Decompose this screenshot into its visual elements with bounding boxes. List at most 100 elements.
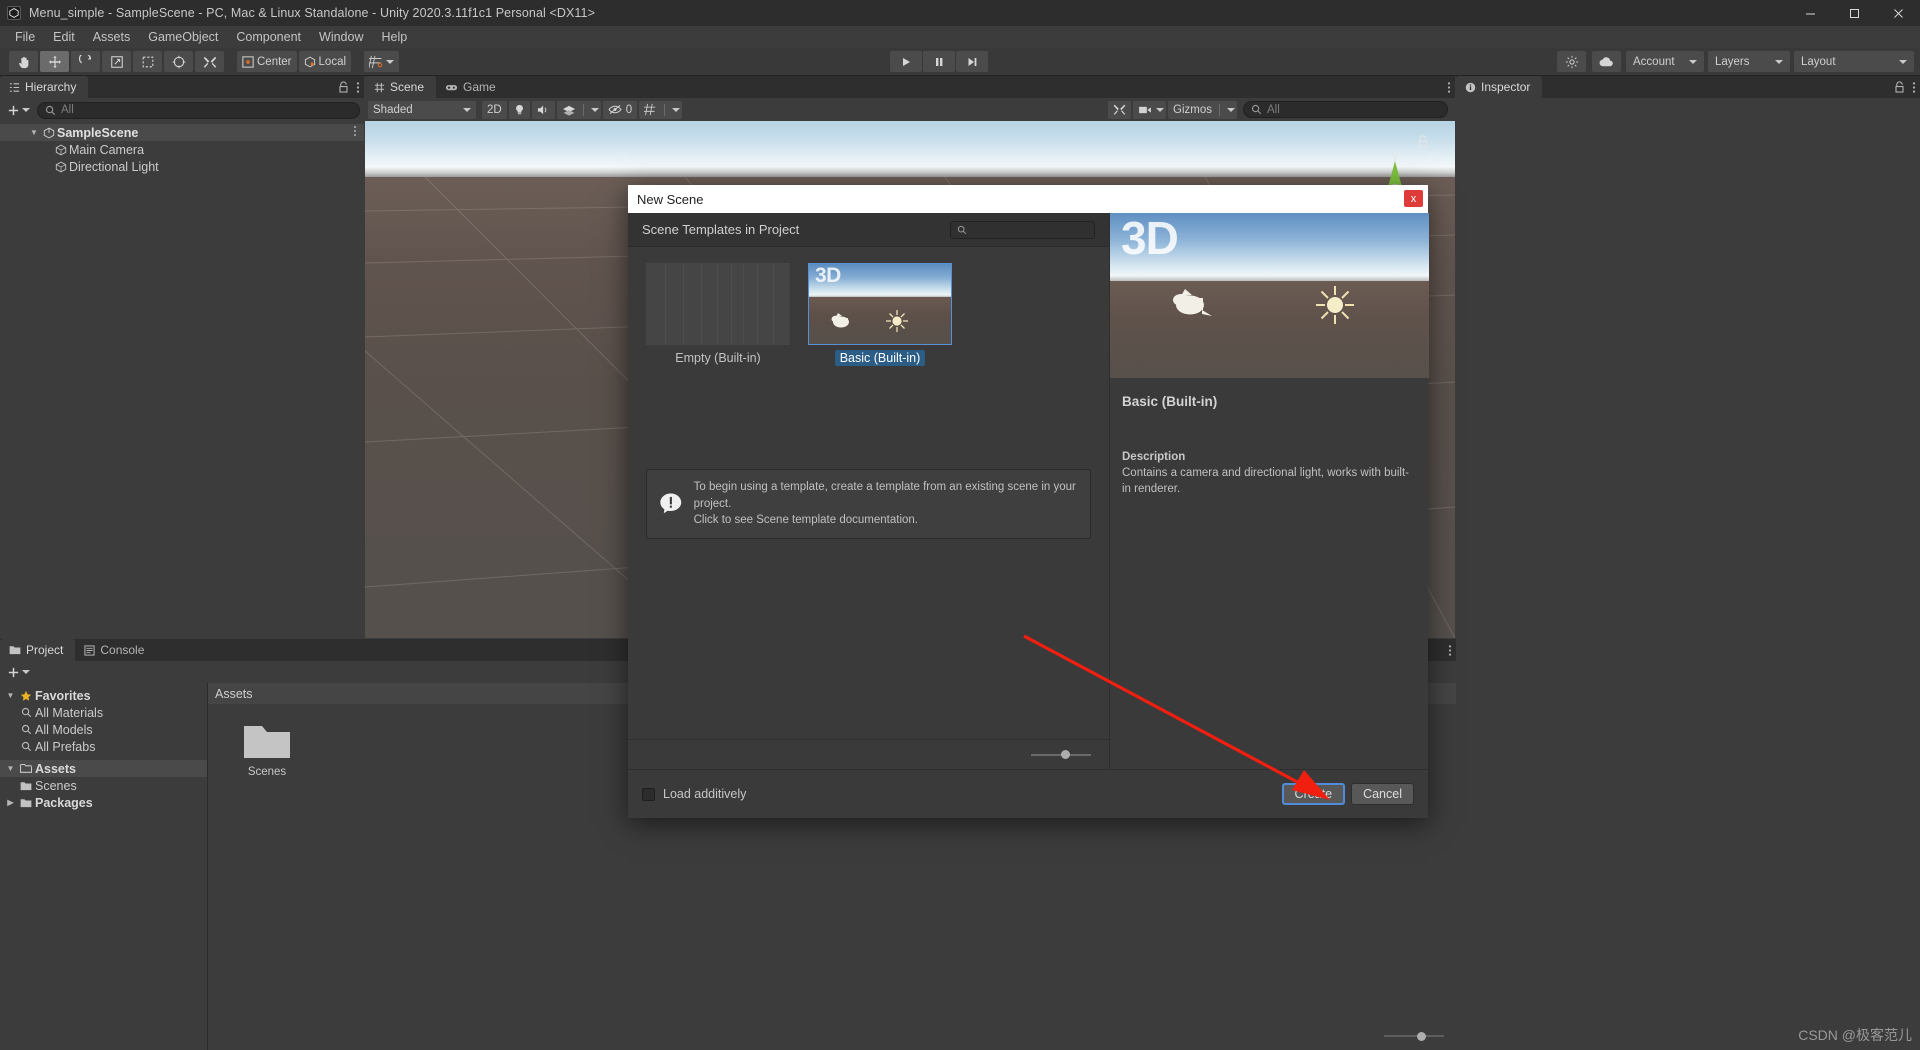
templates-header-label: Scene Templates in Project (642, 222, 800, 237)
lock-icon[interactable] (338, 81, 349, 93)
step-button[interactable] (956, 51, 988, 72)
rect-tool-icon[interactable] (133, 51, 162, 72)
game-tab-label: Game (463, 80, 496, 94)
more-menu-icon[interactable] (356, 81, 360, 94)
tree-item-packages[interactable]: ▶ Packages (0, 794, 207, 811)
asset-item-scenes[interactable]: Scenes (230, 722, 304, 778)
menu-help[interactable]: Help (372, 28, 416, 46)
shading-mode-dropdown[interactable]: Shaded (368, 100, 476, 119)
chevron-down-icon[interactable] (590, 107, 599, 112)
minimize-button[interactable] (1788, 0, 1832, 26)
tree-item-scenes[interactable]: Scenes (0, 777, 207, 794)
lightbulb-icon (515, 104, 523, 114)
collapse-triangle-icon[interactable]: ▶ (4, 798, 17, 807)
dialog-close-button[interactable]: x (1404, 190, 1423, 207)
chevron-down-icon (22, 108, 30, 112)
hierarchy-tab-label: Hierarchy (25, 80, 77, 94)
chevron-down-icon[interactable] (1227, 107, 1235, 112)
create-asset-button[interactable] (4, 665, 33, 680)
template-zoom-slider[interactable] (628, 739, 1109, 769)
more-menu-icon[interactable] (1912, 81, 1916, 94)
tree-item-all-models[interactable]: All Models (0, 721, 207, 738)
load-additively-checkbox[interactable]: Load additively (642, 787, 746, 801)
scene-lighting-toggle[interactable] (508, 100, 530, 119)
scene-grid-toggle[interactable] (639, 100, 683, 119)
hierarchy-item-label: Main Camera (69, 142, 145, 157)
menu-bar: File Edit Assets GameObject Component Wi… (0, 26, 1920, 48)
grid-snap-icon[interactable] (364, 51, 400, 72)
menu-gameobject[interactable]: GameObject (139, 28, 227, 46)
template-basic-builtin[interactable]: 3D Basic (Built-in) (808, 263, 952, 366)
scene-audio-toggle[interactable] (531, 100, 555, 119)
tab-inspector[interactable]: Inspector (1456, 76, 1543, 98)
row-more-icon[interactable] (353, 125, 357, 140)
main-toolbar: Center Local Account Layers Layout (0, 48, 1920, 76)
hierarchy-row-directional-light[interactable]: Directional Light (0, 158, 364, 175)
scene-gizmo-lock-icon[interactable] (1417, 135, 1429, 153)
maximize-button[interactable] (1832, 0, 1876, 26)
light-icon (886, 310, 908, 332)
scale-tool-icon[interactable] (102, 51, 131, 72)
expand-triangle-icon[interactable]: ▼ (28, 128, 40, 137)
close-button[interactable] (1876, 0, 1920, 26)
lock-icon[interactable] (1894, 81, 1905, 93)
tree-item-all-prefabs[interactable]: All Prefabs (0, 738, 207, 755)
account-dropdown[interactable]: Account (1626, 51, 1704, 72)
template-notice[interactable]: To begin using a template, create a temp… (646, 469, 1091, 540)
layout-dropdown[interactable]: Layout (1794, 51, 1914, 72)
create-button[interactable]: Create (1281, 783, 1346, 805)
hierarchy-row-main-camera[interactable]: Main Camera (0, 141, 364, 158)
expand-triangle-icon[interactable]: ▼ (4, 764, 17, 773)
cloud-services-icon[interactable] (1592, 51, 1621, 72)
tab-hierarchy[interactable]: Hierarchy (0, 76, 89, 98)
gizmos-dropdown[interactable]: Gizmos (1168, 100, 1237, 119)
scene-tools-icon[interactable] (1108, 100, 1132, 119)
collab-settings-icon[interactable] (1557, 51, 1586, 72)
chevron-down-icon[interactable] (672, 107, 681, 112)
cancel-button[interactable]: Cancel (1351, 783, 1414, 805)
2d-toggle-button[interactable]: 2D (482, 100, 507, 119)
tab-game[interactable]: Game (436, 76, 508, 98)
tab-console[interactable]: Console (75, 639, 157, 661)
folder-icon (17, 798, 35, 808)
pivot-center-button[interactable]: Center (237, 51, 297, 72)
hierarchy-search-input[interactable]: All (37, 101, 360, 119)
template-search-input[interactable] (950, 220, 1095, 239)
grid-snap-caret-icon[interactable] (386, 59, 395, 64)
hierarchy-row-samplescene[interactable]: ▼ SampleScene (0, 124, 364, 141)
layout-label: Layout (1801, 55, 1836, 68)
menu-file[interactable]: File (6, 28, 44, 46)
custom-tool-icon[interactable] (195, 51, 224, 72)
unity-logo-icon (7, 6, 21, 20)
tree-item-all-materials[interactable]: All Materials (0, 704, 207, 721)
scene-visibility-toggle[interactable]: 0 (602, 100, 638, 119)
menu-assets[interactable]: Assets (84, 28, 140, 46)
scene-fx-toggle[interactable] (556, 100, 601, 119)
template-empty-builtin[interactable]: Empty (Built-in) (646, 263, 790, 365)
tree-item-favorites[interactable]: ▼ Favorites (0, 687, 207, 704)
tab-project[interactable]: Project (0, 639, 76, 661)
hand-tool-icon[interactable] (9, 51, 38, 72)
more-menu-icon[interactable] (1448, 644, 1452, 657)
pause-button[interactable] (923, 51, 955, 72)
chevron-down-icon (1689, 59, 1697, 64)
move-tool-icon[interactable] (40, 51, 69, 72)
expand-triangle-icon[interactable]: ▼ (4, 691, 17, 700)
tab-scene[interactable]: Scene (365, 76, 437, 98)
space-local-button[interactable]: Local (298, 51, 352, 72)
tree-item-assets[interactable]: ▼ Assets (0, 760, 207, 777)
menu-window[interactable]: Window (310, 28, 372, 46)
menu-component[interactable]: Component (227, 28, 310, 46)
create-object-button[interactable] (4, 103, 33, 118)
play-button[interactable] (890, 51, 922, 72)
scene-search-input[interactable]: All (1243, 101, 1448, 118)
rotate-tool-icon[interactable] (71, 51, 100, 72)
scene-camera-settings[interactable] (1133, 100, 1167, 119)
layers-dropdown[interactable]: Layers (1708, 51, 1790, 72)
menu-edit[interactable]: Edit (44, 28, 84, 46)
checkbox-box-icon[interactable] (642, 787, 655, 801)
chevron-down-icon[interactable] (1156, 107, 1165, 112)
asset-zoom-slider[interactable] (1384, 1030, 1444, 1042)
transform-tool-icon[interactable] (164, 51, 193, 72)
more-menu-icon[interactable] (1447, 81, 1451, 94)
